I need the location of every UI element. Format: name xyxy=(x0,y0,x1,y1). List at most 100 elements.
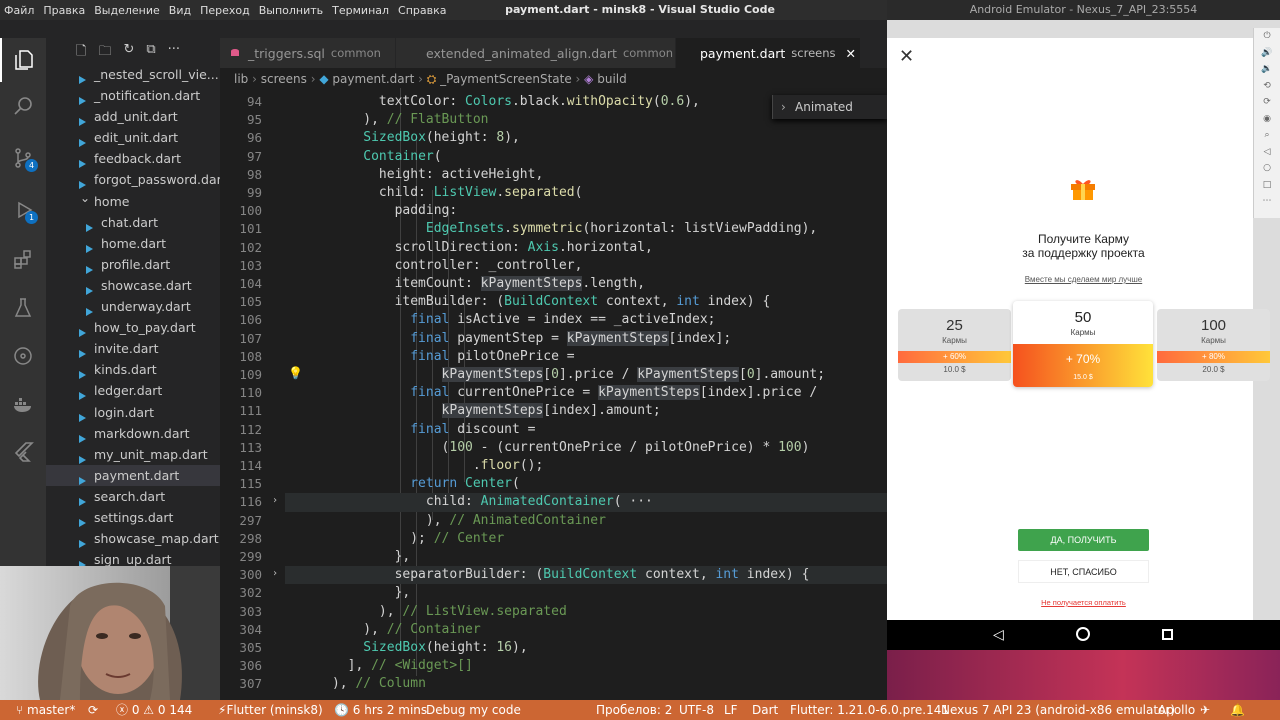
breadcrumb-screens[interactable]: screens xyxy=(261,72,307,86)
sync-icon[interactable]: ⟳ xyxy=(88,700,98,720)
overview-icon[interactable]: □ xyxy=(1254,177,1280,194)
find-widget[interactable]: › Animated xyxy=(772,95,887,119)
file-tree-item[interactable]: showcase.dart xyxy=(46,275,220,296)
time-tracker[interactable]: 🕓 6 hrs 2 mins xyxy=(334,700,427,720)
close-icon[interactable]: ✕ xyxy=(899,46,914,67)
karma-card-25[interactable]: 25 Кармы + 60% 10.0 $ xyxy=(898,309,1011,381)
menu-run[interactable]: Выполнить xyxy=(259,4,323,17)
tweet-icon[interactable]: ✈ xyxy=(1200,700,1210,720)
nav-home-icon[interactable] xyxy=(1076,627,1090,641)
file-tree-item[interactable]: payment.dart xyxy=(46,464,220,486)
chevron-right-icon[interactable]: › xyxy=(781,95,786,119)
debug-config[interactable]: Debug my code xyxy=(426,700,521,720)
zoom-icon[interactable]: ⌕ xyxy=(1254,127,1280,144)
flutter-version-status[interactable]: Flutter: 1.21.0-6.0.pre.141 xyxy=(790,700,949,720)
camera-icon[interactable]: ◉ xyxy=(1254,111,1280,128)
power-icon[interactable]: ⏻ xyxy=(1254,28,1280,45)
file-tree-item[interactable]: search.dart xyxy=(46,486,220,507)
debug-icon[interactable]: 1 xyxy=(0,188,46,232)
nav-recents-icon[interactable] xyxy=(1162,629,1173,640)
source-control-icon[interactable]: 4 xyxy=(0,136,46,180)
menu-terminal[interactable]: Терминал xyxy=(332,4,389,17)
fold-chevron-icon[interactable]: › xyxy=(272,495,278,506)
karma-card-100[interactable]: 100 Кармы + 80% 20.0 $ xyxy=(1157,309,1270,381)
new-folder-icon[interactable]: 🗀 xyxy=(98,42,111,64)
info-count: 144 xyxy=(169,703,193,717)
menu-go[interactable]: Переход xyxy=(200,4,250,17)
new-file-icon[interactable]: 🗋 xyxy=(76,42,86,64)
payment-fail-link[interactable]: Не получается оплатить xyxy=(887,598,1280,607)
find-input[interactable]: Animated xyxy=(795,100,853,114)
file-tree-item[interactable]: settings.dart xyxy=(46,507,220,528)
search-icon[interactable] xyxy=(0,84,46,128)
file-tree-item[interactable]: my_unit_map.dart xyxy=(46,444,220,465)
line-number: 97 xyxy=(246,148,262,164)
extensions-icon[interactable] xyxy=(0,238,46,282)
gitlens-icon[interactable] xyxy=(0,334,46,378)
menu-view[interactable]: Вид xyxy=(169,4,191,17)
offer-subtitle[interactable]: Вместе мы сделаем мир лучше xyxy=(887,275,1280,284)
breadcrumb-method[interactable]: build xyxy=(597,72,627,86)
line-number: 300 xyxy=(239,567,262,583)
get-karma-button[interactable]: ДА, ПОЛУЧИТЬ xyxy=(1018,529,1149,551)
flutter-icon[interactable] xyxy=(0,430,46,474)
explorer-icon[interactable] xyxy=(0,38,46,82)
more-icon[interactable]: ⋯ xyxy=(1254,193,1280,210)
collapse-icon[interactable]: ⧉ xyxy=(146,42,155,64)
menu-selection[interactable]: Выделение xyxy=(94,4,160,17)
no-thanks-button[interactable]: НЕТ, СПАСИБО xyxy=(1018,560,1149,583)
volume-up-icon[interactable]: 🔊 xyxy=(1254,45,1280,62)
code-editor[interactable]: 94 textColor: Colors.black.withOpacity(0… xyxy=(220,88,887,700)
breadcrumb-class[interactable]: _PaymentScreenState xyxy=(440,72,572,86)
tab-triggers-sql[interactable]: _triggers.sql common xyxy=(220,38,396,68)
breadcrumb-lib[interactable]: lib xyxy=(234,72,248,86)
file-tree-item[interactable]: showcase_map.dart xyxy=(46,528,220,549)
language-status[interactable]: Dart xyxy=(752,700,778,720)
notifications-icon[interactable]: 🔔 xyxy=(1230,700,1245,720)
file-tree-item[interactable]: invite.dart xyxy=(46,338,220,359)
flutter-status[interactable]: ⚡Flutter (minsk8) xyxy=(218,700,323,720)
branch-status[interactable]: ⑂ master* xyxy=(16,700,75,720)
tab-payment-dart[interactable]: payment.dart screens ✕ xyxy=(676,38,861,68)
file-tree-item[interactable]: feedback.dart xyxy=(46,148,220,169)
file-tree-item[interactable]: home.dart xyxy=(46,233,220,254)
testing-icon[interactable] xyxy=(0,286,46,330)
file-tree-item[interactable]: login.dart xyxy=(46,402,220,423)
back-icon[interactable]: ◁ xyxy=(1254,144,1280,161)
file-tree-item[interactable]: markdown.dart xyxy=(46,423,220,444)
rotate-left-icon[interactable]: ⟲ xyxy=(1254,78,1280,95)
file-tree-item[interactable]: forgot_password.dart xyxy=(46,169,220,190)
file-tree-item[interactable]: _notification.dart xyxy=(46,85,220,106)
file-tree-item[interactable]: add_unit.dart xyxy=(46,106,220,127)
apollo-status[interactable]: Apollo xyxy=(1158,700,1195,720)
refresh-icon[interactable]: ↻ xyxy=(123,42,134,64)
rotate-right-icon[interactable]: ⟳ xyxy=(1254,94,1280,111)
encoding-status[interactable]: UTF-8 xyxy=(679,700,714,720)
file-tree-item[interactable]: chat.dart xyxy=(46,212,220,233)
code-line: Container( xyxy=(363,148,442,164)
device-status[interactable]: Nexus 7 API 23 (android-x86 emulator) xyxy=(941,700,1175,720)
nav-back-icon[interactable]: ◁ xyxy=(993,627,1004,643)
file-tree-item[interactable]: ⌄ home xyxy=(46,191,220,212)
breadcrumb-file[interactable]: payment.dart xyxy=(332,72,414,86)
file-tree-item[interactable]: profile.dart xyxy=(46,254,220,275)
menu-file[interactable]: Файл xyxy=(4,4,34,17)
tab-extended-animated-align[interactable]: extended_animated_align.dart common xyxy=(396,38,676,68)
indentation-status[interactable]: Пробелов: 2 xyxy=(596,700,672,720)
fold-chevron-icon[interactable]: › xyxy=(272,568,278,579)
home-icon[interactable]: ○ xyxy=(1254,160,1280,177)
problems-status[interactable]: ⓧ 0 ⚠ 0 144 xyxy=(116,700,192,720)
menu-edit[interactable]: Правка xyxy=(43,4,85,17)
file-tree-item[interactable]: ledger.dart xyxy=(46,380,220,401)
close-icon[interactable]: ✕ xyxy=(846,46,856,61)
volume-down-icon[interactable]: 🔉 xyxy=(1254,61,1280,78)
docker-icon[interactable] xyxy=(0,382,46,426)
file-tree-item[interactable]: how_to_pay.dart xyxy=(46,317,220,338)
eol-status[interactable]: LF xyxy=(724,700,738,720)
file-tree-item[interactable]: _nested_scroll_vie... xyxy=(46,64,220,85)
more-icon[interactable]: ··· xyxy=(168,42,180,64)
file-tree-item[interactable]: underway.dart xyxy=(46,296,220,317)
file-tree-item[interactable]: edit_unit.dart xyxy=(46,127,220,148)
file-tree-item[interactable]: kinds.dart xyxy=(46,359,220,380)
karma-card-50[interactable]: 50 Кармы + 70% 15.0 $ xyxy=(1013,301,1153,387)
